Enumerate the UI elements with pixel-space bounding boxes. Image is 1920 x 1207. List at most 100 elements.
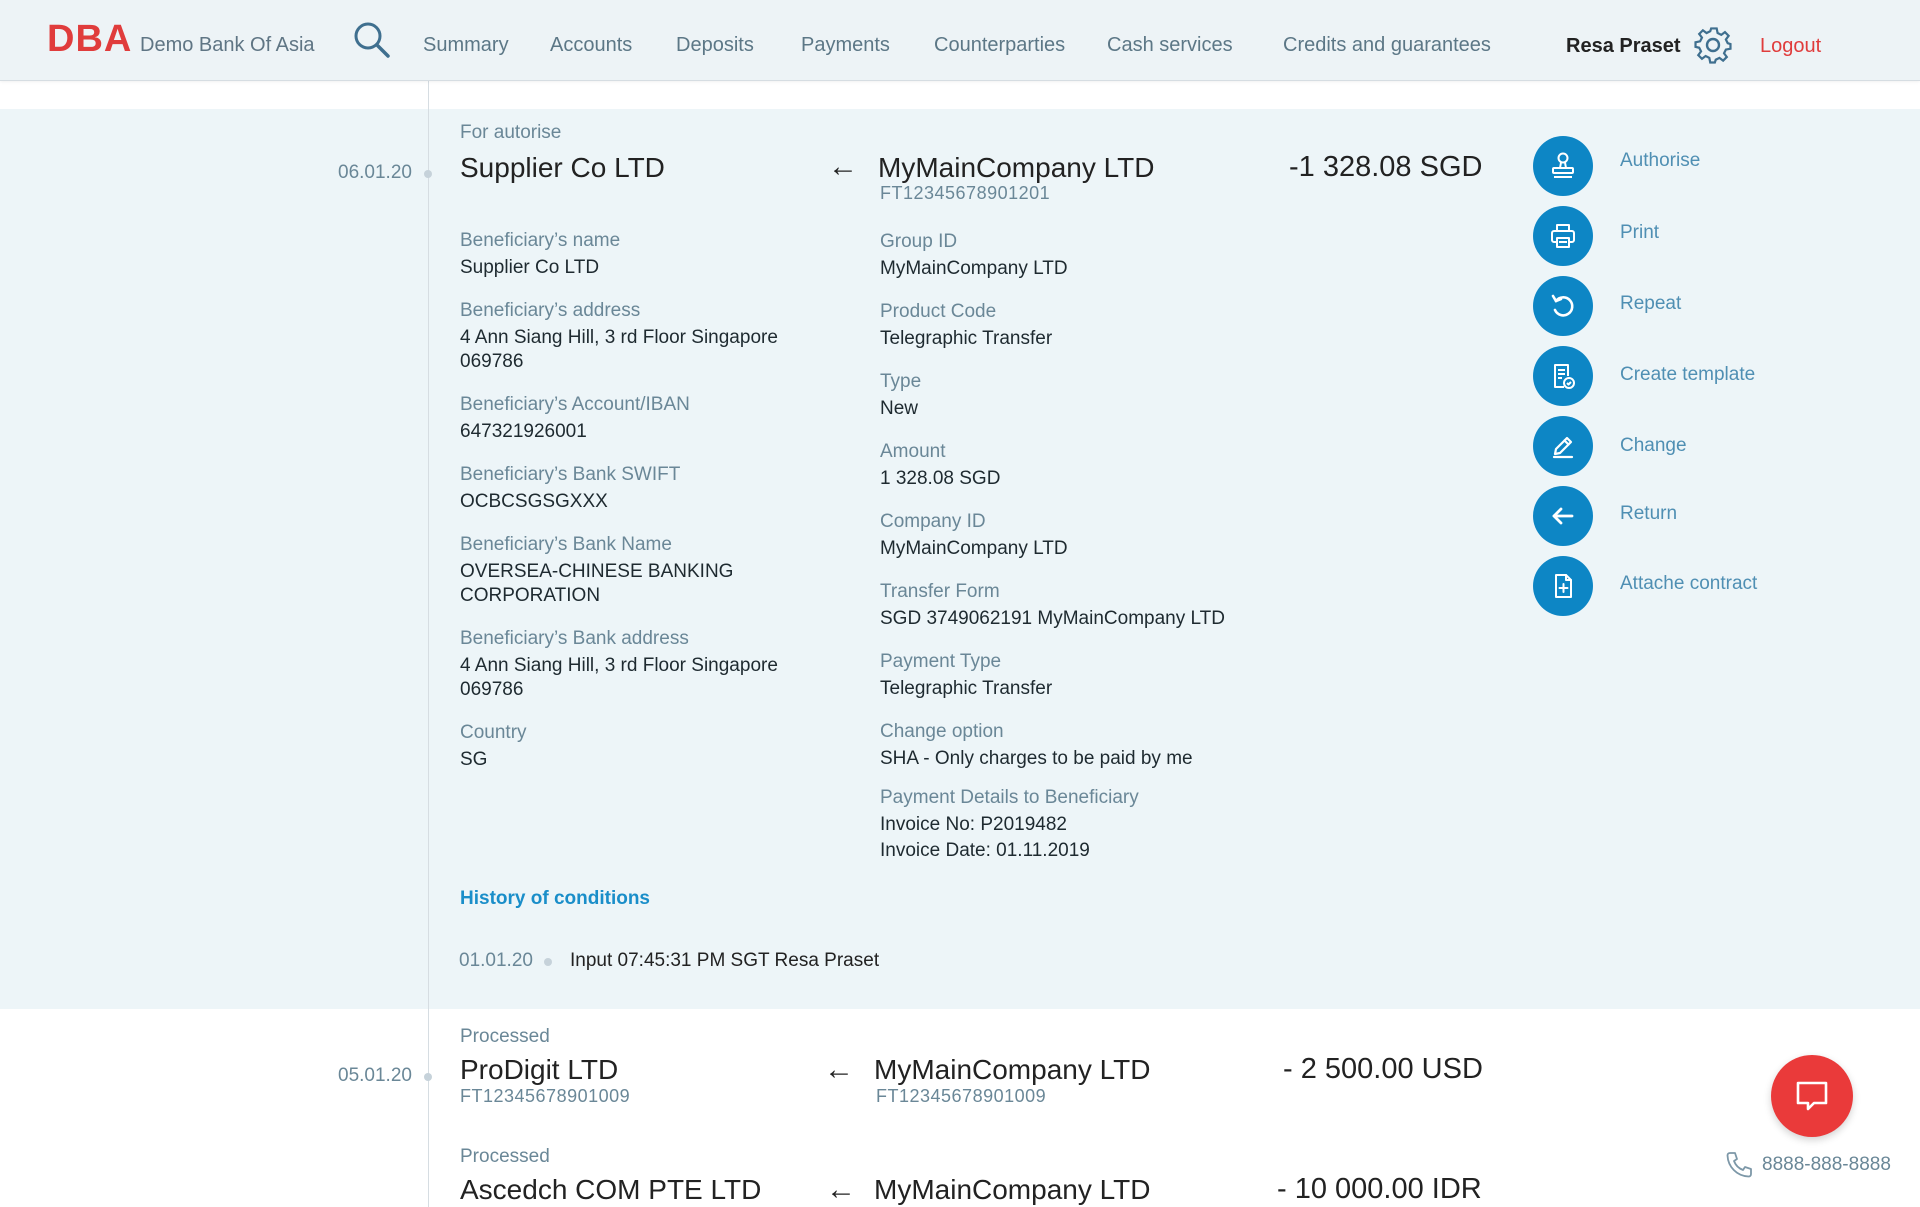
field-value: 647321926001 <box>460 421 587 442</box>
field-label: Country <box>460 722 527 743</box>
nav-payments[interactable]: Payments <box>801 34 890 57</box>
timeline-dot <box>424 1073 432 1081</box>
field-label: Beneficiary’s name <box>460 230 621 251</box>
field-value: OCBCSGSGXXX <box>460 491 608 512</box>
field-value: 1 328.08 SGD <box>880 468 1001 489</box>
repeat-button[interactable] <box>1533 276 1593 336</box>
return-button[interactable] <box>1533 486 1593 546</box>
printer-icon <box>1551 224 1575 248</box>
attach-contract-label[interactable]: Attache contract <box>1620 573 1757 595</box>
bank-name: Demo Bank Of Asia <box>140 34 315 56</box>
field-label: Beneficiary’s Bank SWIFT <box>460 464 681 485</box>
history-of-conditions-link[interactable]: History of conditions <box>460 888 650 910</box>
template-icon <box>1554 364 1575 389</box>
field-value: Telegraphic Transfer <box>880 328 1053 349</box>
nav-accounts[interactable]: Accounts <box>550 34 632 57</box>
history-entry: Input 07:45:31 PM SGT Resa Praset <box>570 950 880 971</box>
field-value: OVERSEA-CHINESE BANKING CORPORATION <box>460 561 734 606</box>
field-bank-swift: Beneficiary’s Bank SWIFT OCBCSGSGXXX <box>460 463 850 514</box>
logout-link[interactable]: Logout <box>1760 35 1821 58</box>
field-label: Beneficiary’s Bank Name <box>460 534 672 555</box>
nav-counterparties[interactable]: Counterparties <box>934 34 1065 57</box>
authorise-button[interactable] <box>1533 136 1593 196</box>
attach-contract-button[interactable] <box>1533 556 1593 616</box>
repeat-icon <box>1551 294 1574 317</box>
field-value: SGD 3749062191 MyMainCompany LTD <box>880 608 1225 629</box>
nav-credits-guarantees[interactable]: Credits and guarantees <box>1283 34 1491 57</box>
field-transfer-form: Transfer Form SGD 3749062191 MyMainCompa… <box>880 580 1300 631</box>
chat-button[interactable] <box>1771 1055 1853 1137</box>
payer-reference: FT12345678901201 <box>880 183 1051 203</box>
create-template-button[interactable] <box>1533 346 1593 406</box>
field-label: Beneficiary’s address <box>460 300 641 321</box>
transaction-date: 06.01.20 <box>338 162 412 183</box>
change-button[interactable] <box>1533 416 1593 476</box>
field-value: New <box>880 398 919 419</box>
arrow-left-icon <box>1552 507 1574 525</box>
user-name[interactable]: Resa Praset <box>1566 35 1681 58</box>
field-country: Country SG <box>460 721 850 772</box>
phone-icon <box>1726 1152 1752 1178</box>
field-label: Beneficiary’s Bank address <box>460 628 689 649</box>
field-label: Payment Type <box>880 651 1002 672</box>
pencil-icon <box>1552 436 1574 459</box>
field-value: Invoice No: P2019482 <box>880 814 1067 835</box>
change-label[interactable]: Change <box>1620 435 1687 457</box>
payer-name: MyMainCompany LTD <box>878 152 1155 183</box>
field-label: Change option <box>880 721 1004 742</box>
arrow-left-icon: ← <box>826 1173 856 1206</box>
field-label: Amount <box>880 441 946 462</box>
authorise-label[interactable]: Authorise <box>1620 150 1700 172</box>
field-type: Type New <box>880 370 1270 421</box>
field-label: Company ID <box>880 511 986 532</box>
field-company-id: Company ID MyMainCompany LTD <box>880 510 1270 561</box>
nav-deposits[interactable]: Deposits <box>676 34 754 57</box>
nav-summary[interactable]: Summary <box>423 34 509 57</box>
field-label: Transfer Form <box>880 581 1000 602</box>
field-bank-address: Beneficiary’s Bank address 4 Ann Siang H… <box>460 627 820 702</box>
field-value: Telegraphic Transfer <box>880 678 1053 699</box>
transaction-amount: - 2 500.00 USD <box>1283 1053 1483 1085</box>
logo[interactable]: DBA <box>47 18 132 61</box>
transaction-status: For autorise <box>460 122 562 143</box>
gear-icon[interactable] <box>1692 24 1734 66</box>
field-payment-details: Payment Details to Beneficiary Invoice N… <box>880 786 1300 863</box>
arrow-left-icon: ← <box>828 150 858 183</box>
history-date: 01.01.20 <box>459 950 533 971</box>
search-icon[interactable] <box>352 20 392 60</box>
field-product-code: Product Code Telegraphic Transfer <box>880 300 1270 351</box>
create-template-label[interactable]: Create template <box>1620 364 1755 386</box>
field-value: MyMainCompany LTD <box>880 258 1068 279</box>
transaction-amount: - 10 000.00 IDR <box>1277 1173 1482 1205</box>
beneficiary-name[interactable]: Ascedch COM PTE LTD <box>460 1174 761 1206</box>
repeat-label[interactable]: Repeat <box>1620 293 1681 315</box>
field-change-option: Change option SHA - Only charges to be p… <box>880 720 1300 771</box>
support-phone[interactable]: 8888-888-8888 <box>1762 1154 1891 1176</box>
field-payment-type: Payment Type Telegraphic Transfer <box>880 650 1270 701</box>
field-amount: Amount 1 328.08 SGD <box>880 440 1270 491</box>
field-value: SHA - Only charges to be paid by me <box>880 748 1193 769</box>
print-label[interactable]: Print <box>1620 222 1659 244</box>
field-label: Product Code <box>880 301 997 322</box>
chat-bubble-icon <box>1796 1081 1828 1111</box>
field-value: 4 Ann Siang Hill, 3 rd Floor Singapore 0… <box>460 327 778 372</box>
file-plus-icon <box>1555 574 1572 598</box>
beneficiary-name[interactable]: Supplier Co LTD <box>460 152 665 184</box>
transaction-amount: -1 328.08 SGD <box>1289 151 1483 183</box>
field-value: 4 Ann Siang Hill, 3 rd Floor Singapore 0… <box>460 655 778 700</box>
timeline-dot <box>424 170 432 178</box>
field-group-id: Group ID MyMainCompany LTD <box>880 230 1270 281</box>
top-bar: DBA Demo Bank Of Asia Summary Accounts D… <box>0 0 1920 81</box>
field-label: Type <box>880 371 922 392</box>
payer-name: MyMainCompany LTD <box>874 1054 1151 1085</box>
beneficiary-reference: FT12345678901009 <box>460 1086 631 1106</box>
beneficiary-name[interactable]: ProDigit LTD <box>460 1054 618 1086</box>
transaction-date: 05.01.20 <box>338 1065 412 1086</box>
nav-cash-services[interactable]: Cash services <box>1107 34 1233 57</box>
return-label[interactable]: Return <box>1620 503 1677 525</box>
field-label: Group ID <box>880 231 958 252</box>
field-value-2: Invoice Date: 01.11.2019 <box>880 840 1090 861</box>
transaction-status: Processed <box>460 1146 550 1167</box>
print-button[interactable] <box>1533 206 1593 266</box>
payer-name: MyMainCompany LTD <box>874 1174 1151 1205</box>
